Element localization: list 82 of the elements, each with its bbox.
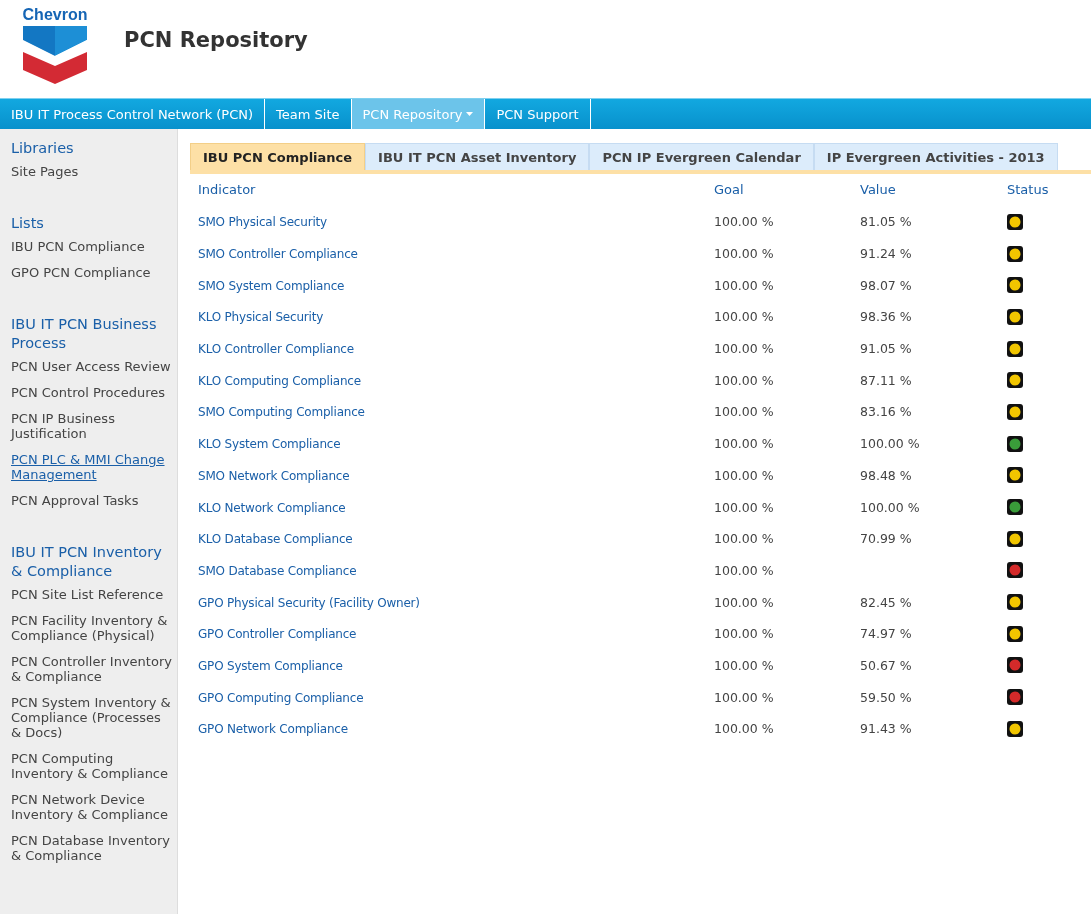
webpart-tab[interactable]: IP Evergreen Activities - 2013: [813, 143, 1058, 170]
table-cell: 100.00 %: [860, 499, 920, 515]
table-cell: 81.05 %: [860, 214, 912, 230]
indicator-link[interactable]: GPO Physical Security (Facility Owner): [198, 595, 420, 610]
table-cell: 100.00 %: [714, 467, 774, 483]
table-cell: 100.00 %: [714, 309, 774, 325]
sidebar-item[interactable]: PCN System Inventory & Compliance (Processes & Docs): [11, 695, 175, 740]
sidebar-item[interactable]: PCN Approval Tasks: [11, 493, 175, 508]
table-cell: 91.05 %: [860, 341, 912, 357]
column-header[interactable]: Goal: [714, 182, 744, 197]
table-cell: 87.11 %: [860, 372, 912, 388]
sidebar-item[interactable]: Site Pages: [11, 164, 175, 179]
table-cell: 100.00 %: [860, 436, 920, 452]
sidebar-item[interactable]: PCN Controller Inventory & Compliance: [11, 654, 175, 684]
table-cell: 82.45 %: [860, 594, 912, 610]
webpart-tab[interactable]: PCN IP Evergreen Calendar: [589, 143, 814, 170]
table-cell: 100.00 %: [714, 341, 774, 357]
sidebar-heading[interactable]: IBU IT PCN Business Process: [11, 315, 175, 353]
sidebar-item[interactable]: PCN User Access Review: [11, 359, 175, 374]
indicator-link[interactable]: KLO System Compliance: [198, 437, 341, 452]
table-cell: 98.36 %: [860, 309, 912, 325]
indicator-link[interactable]: GPO System Compliance: [198, 658, 343, 673]
indicator-link[interactable]: SMO Network Compliance: [198, 468, 350, 483]
table-cell: 100.00 %: [714, 562, 774, 578]
sidebar-item[interactable]: PCN Network Device Inventory & Compliance: [11, 792, 175, 822]
sidebar-item[interactable]: GPO PCN Compliance: [11, 265, 175, 280]
table-cell: 100.00 %: [714, 277, 774, 293]
table-cell: 70.99 %: [860, 531, 912, 547]
logo[interactable]: Chevron: [22, 6, 88, 84]
sidebar-item[interactable]: PCN Facility Inventory & Compliance (Physical): [11, 613, 175, 643]
sidebar-item[interactable]: PCN Control Procedures: [11, 385, 175, 400]
sidebar-item[interactable]: PCN Computing Inventory & Compliance: [11, 751, 175, 781]
indicator-link[interactable]: SMO Controller Compliance: [198, 247, 358, 262]
table-cell: 91.24 %: [860, 246, 912, 262]
table-cell: 100.00 %: [714, 372, 774, 388]
table-cell: 100.00 %: [714, 689, 774, 705]
table-cell: 100.00 %: [714, 214, 774, 230]
site-title: PCN Repository: [124, 28, 308, 52]
sidebar-heading[interactable]: Libraries: [11, 139, 175, 158]
table-cell: 100.00 %: [714, 657, 774, 673]
webpart-tab[interactable]: IBU PCN Compliance: [190, 143, 366, 170]
table-cell: 83.16 %: [860, 404, 912, 420]
indicator-link[interactable]: KLO Computing Compliance: [198, 373, 361, 388]
sidebar-item[interactable]: PCN Database Inventory & Compliance: [11, 833, 175, 863]
logo-text: Chevron: [22, 6, 88, 24]
table-cell: 100.00 %: [714, 626, 774, 642]
table-cell: 100.00 %: [714, 531, 774, 547]
column-header[interactable]: Value: [860, 182, 896, 197]
table-cell: 100.00 %: [714, 246, 774, 262]
table-cell: 100.00 %: [714, 404, 774, 420]
sidebar-heading[interactable]: Lists: [11, 214, 175, 233]
webpart-tab[interactable]: IBU IT PCN Asset Inventory: [365, 143, 590, 170]
sidebar-heading[interactable]: IBU IT PCN Inventory & Compliance: [11, 543, 175, 581]
indicator-link[interactable]: SMO Database Compliance: [198, 563, 357, 578]
table-cell: 100.00 %: [714, 721, 774, 737]
sidebar-item[interactable]: PCN IP Business Justification: [11, 411, 175, 441]
table-cell: 98.07 %: [860, 277, 912, 293]
sidebar-item[interactable]: IBU PCN Compliance: [11, 239, 175, 254]
chevron-emblem-icon: [23, 26, 87, 84]
caret-icon[interactable]: [466, 112, 474, 116]
indicator-link[interactable]: GPO Computing Compliance: [198, 690, 364, 705]
indicator-link[interactable]: GPO Controller Compliance: [198, 627, 357, 642]
indicator-link[interactable]: KLO Physical Security: [198, 310, 324, 325]
column-header[interactable]: Indicator: [198, 182, 256, 197]
table-cell: 59.50 %: [860, 689, 912, 705]
indicator-link[interactable]: KLO Database Compliance: [198, 532, 353, 547]
table-cell: 91.43 %: [860, 721, 912, 737]
indicator-link[interactable]: SMO System Compliance: [198, 278, 345, 293]
column-header[interactable]: Status: [1007, 182, 1049, 197]
sidebar-item[interactable]: PCN PLC & MMI Change Management: [11, 452, 175, 482]
table-cell: 98.48 %: [860, 467, 912, 483]
sidebar-item[interactable]: PCN Site List Reference: [11, 587, 175, 602]
table-cell: 50.67 %: [860, 657, 912, 673]
indicator-link[interactable]: SMO Physical Security: [198, 215, 327, 230]
table-cell: 100.00 %: [714, 594, 774, 610]
indicator-link[interactable]: SMO Computing Compliance: [198, 405, 365, 420]
table-cell: 100.00 %: [714, 436, 774, 452]
table-cell: 100.00 %: [714, 499, 774, 515]
indicator-link[interactable]: GPO Network Compliance: [198, 722, 348, 737]
indicator-link[interactable]: KLO Controller Compliance: [198, 342, 354, 357]
table-cell: 74.97 %: [860, 626, 912, 642]
indicator-link[interactable]: KLO Network Compliance: [198, 500, 346, 515]
